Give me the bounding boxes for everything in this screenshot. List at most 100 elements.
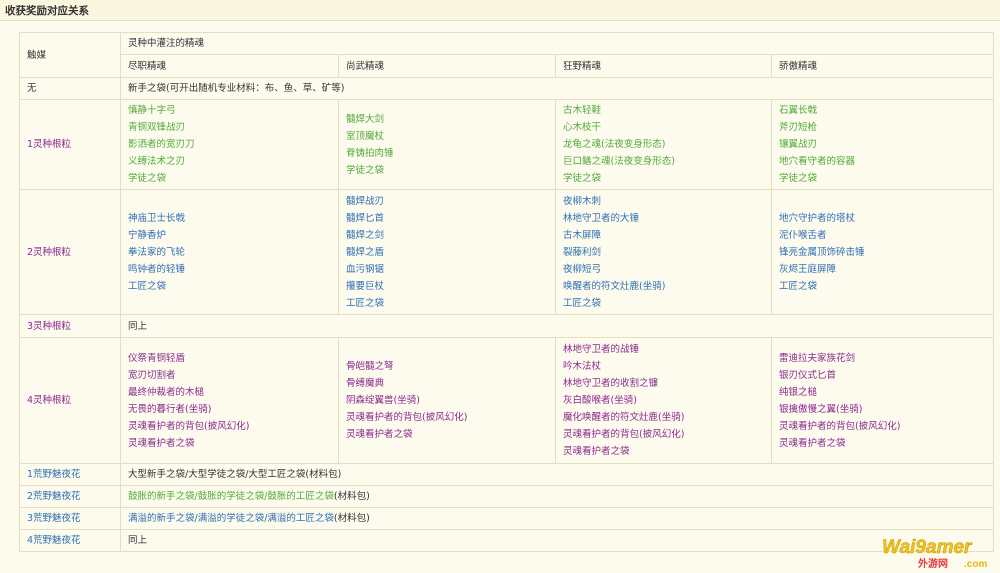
- row-label: 2荒野魅夜花: [19, 485, 121, 508]
- list-item: 髓焊匕首: [346, 212, 385, 224]
- list-item: 雷迪拉夫家族花剑: [779, 352, 856, 364]
- list-item: 裂藤利剑: [563, 246, 602, 258]
- header-row-group: 触媒 灵种中灌注的精魂: [19, 32, 995, 78]
- list-item: 纯银之槌: [779, 386, 818, 398]
- list-item: 宁静香炉: [128, 229, 167, 241]
- row-label: 4灵种根粒: [19, 337, 121, 464]
- list-item: 仪祭青铜轻盾: [128, 352, 186, 364]
- list-item: 青铜双锋战刃: [128, 122, 186, 133]
- list-item: 骨缚魔典: [346, 378, 385, 389]
- list-item: 灵魂看护者的背包(披风幻化): [128, 420, 250, 432]
- list-item: 无畏的暮行者(坐骑): [128, 403, 212, 415]
- reward-cell: 地穴守护者的塔杖 泥仆喉舌者 锋亮金属顶饰碎击锤 灰烬王庭屏障 工匠之袋: [770, 189, 995, 315]
- reward-cell: 林地守卫者的战锤 吟木法杖 林地守卫者的收割之镰 灰白酸喉者(坐骑) 魔化唤醒者…: [555, 337, 772, 464]
- list-item: 灵魂看护者之袋: [779, 437, 846, 449]
- list-item: 灵魂看护者的背包(披风幻化): [563, 429, 685, 440]
- header-catalyst: 触媒: [19, 32, 121, 78]
- list-item: 室顶魔杖: [346, 130, 385, 142]
- list-item: 灰白酸喉者(坐骑): [563, 395, 637, 406]
- list-item: 工匠之袋: [779, 280, 818, 292]
- header-col-3: 狂野精魂: [555, 54, 772, 78]
- list-item: 最终仲裁者的木槌: [128, 386, 205, 398]
- header-group: 灵种中灌注的精魂: [119, 32, 995, 55]
- list-item: 锋亮金属顶饰碎击锤: [779, 246, 865, 258]
- reward-cell: 雷迪拉夫家族花剑 银刃仪式匕首 纯银之槌 银擒傲慢之翼(坐骑) 灵魂看护者的背包…: [770, 337, 995, 464]
- list-item: 髓焊之盾: [346, 246, 385, 258]
- list-item: 吟木法杖: [563, 361, 602, 372]
- list-item: 宽刃切割者: [128, 369, 176, 381]
- row-text: 同上: [119, 529, 995, 552]
- row-4-seed: 4灵种根粒 仪祭青铜轻盾 宽刃切割者 最终仲裁者的木槌 无畏的暮行者(坐骑) 灵…: [19, 337, 995, 464]
- header-col-1: 尽职精魂: [120, 54, 339, 78]
- list-item: 髓焊战刃: [346, 195, 385, 207]
- row-text: 满溢的新手之袋/满溢的学徒之袋/满溢的工匠之袋(材料包): [119, 507, 995, 530]
- watermark-logo: Wai9amer 外游网 .com: [882, 537, 988, 570]
- reward-cell: 慎静十字弓 青铜双锋战刃 影洒者的宽刃刀 义缚法术之刃 学徒之袋: [120, 99, 339, 190]
- list-item: 灵魂看护者的背包(披风幻化): [346, 412, 468, 423]
- row-text: 同上: [119, 314, 995, 338]
- list-item: 影洒者的宽刃刀: [128, 139, 195, 150]
- list-item: 灵魂看护者之袋: [346, 429, 413, 440]
- list-item: 魔化唤醒者的符文灶鹿(坐骑): [563, 412, 685, 423]
- list-item: 龙龟之魂(法夜变身形态): [563, 139, 666, 150]
- row-text-colored: 鼓胀的新手之袋/鼓胀的学徒之袋/鼓胀的工匠之袋: [128, 491, 334, 502]
- list-item: 慎静十字弓: [128, 105, 176, 116]
- row-1-seed: 1灵种根粒 慎静十字弓 青铜双锋战刃 影洒者的宽刃刀 义缚法术之刃 学徒之袋 髓…: [19, 99, 995, 190]
- reward-cell: 神庙卫士长戟 宁静香炉 拳法家的飞轮 鸣钟者的轻锤 工匠之袋: [120, 189, 339, 315]
- list-item: 古木轻鞋: [563, 105, 602, 116]
- row-text: 新手之袋(可开出随机专业材料：布、鱼、草、矿等): [119, 77, 995, 100]
- reward-cell: 夜柳木刺 林地守卫者的大锤 古木屏障 裂藤利剑 夜柳短弓 唤醒者的符文灶鹿(坐骑…: [555, 189, 772, 315]
- list-item: 脊铸拍肉锤: [346, 147, 394, 159]
- list-item: 鸣钟者的轻锤: [128, 263, 186, 275]
- row-flower-2: 2荒野魅夜花 鼓胀的新手之袋/鼓胀的学徒之袋/鼓胀的工匠之袋(材料包): [19, 485, 995, 508]
- list-item: 斧刃短枪: [779, 122, 818, 133]
- list-item: 夜柳木刺: [563, 195, 602, 207]
- list-item: 地穴看守者的容器: [779, 156, 856, 167]
- row-text-suffix: (材料包): [333, 513, 370, 524]
- watermark-domain: .com: [964, 559, 987, 570]
- list-item: 学徒之袋: [128, 173, 167, 184]
- list-item: 银擒傲慢之翼(坐骑): [779, 403, 863, 415]
- list-item: 林地守卫者的战锤: [563, 344, 640, 355]
- list-item: 古木屏障: [563, 229, 602, 241]
- row-label: 3灵种根粒: [19, 314, 121, 338]
- header-row-cols: 尽职精魂 尚武精魂 狂野精魂 骄傲精魂: [20, 54, 995, 78]
- list-item: 骨皑髓之弩: [346, 361, 394, 372]
- list-item: 心木枝干: [563, 122, 602, 133]
- list-item: 攥要巨杖: [346, 280, 385, 292]
- list-item: 神庙卫士长戟: [128, 212, 186, 224]
- reward-cell: 髓焊战刃 髓焊匕首 髓焊之剑 髓焊之盾 血污钢锯 攥要巨杖 工匠之袋: [338, 189, 556, 315]
- list-item: 灰烬王庭屏障: [779, 263, 837, 275]
- reward-cell: 石翼长戟 斧刃短枪 镶翼战刃 地穴看守者的容器 学徒之袋: [770, 99, 995, 190]
- title-bar: 收获奖励对应关系: [0, 0, 1000, 21]
- list-item: 阴森绽翼兽(坐骑): [346, 395, 420, 406]
- list-item: 髓焊之剑: [346, 229, 385, 241]
- reward-cell: 仪祭青铜轻盾 宽刃切割者 最终仲裁者的木槌 无畏的暮行者(坐骑) 灵魂看护者的背…: [120, 337, 339, 464]
- list-item: 灵魂看护者之袋: [563, 446, 630, 457]
- list-item: 学徒之袋: [779, 173, 818, 184]
- row-flower-3: 3荒野魅夜花 满溢的新手之袋/满溢的学徒之袋/满溢的工匠之袋(材料包): [19, 507, 995, 530]
- list-item: 学徒之袋: [346, 164, 385, 176]
- list-item: 拳法家的飞轮: [128, 246, 186, 258]
- list-item: 工匠之袋: [346, 297, 385, 309]
- row-2-seed: 2灵种根粒 神庙卫士长戟 宁静香炉 拳法家的飞轮 鸣钟者的轻锤 工匠之袋 髓焊战…: [19, 189, 995, 315]
- header-col-2: 尚武精魂: [338, 54, 556, 78]
- row-flower-4: 4荒野魅夜花 同上: [19, 529, 995, 552]
- row-3-seed: 3灵种根粒 同上: [19, 314, 995, 338]
- list-item: 灵魂看护者之袋: [128, 437, 195, 449]
- list-item: 石翼长戟: [779, 105, 818, 116]
- header-col-4: 骄傲精魂: [770, 54, 995, 78]
- list-item: 学徒之袋: [563, 173, 602, 184]
- list-item: 工匠之袋: [128, 280, 167, 292]
- row-label: 3荒野魅夜花: [19, 507, 121, 530]
- watermark-text: Wai9amer: [882, 537, 973, 558]
- row-label: 1荒野魅夜花: [19, 463, 121, 486]
- list-item: 林地守卫者的收割之镰: [563, 378, 659, 389]
- row-label: 1灵种根粒: [19, 99, 121, 190]
- row-label: 2灵种根粒: [19, 189, 121, 315]
- list-item: 血污钢锯: [346, 263, 385, 275]
- list-item: 工匠之袋: [563, 297, 602, 309]
- row-text-colored: 满溢的新手之袋/满溢的学徒之袋/满溢的工匠之袋: [128, 513, 334, 524]
- row-text-suffix: (材料包): [333, 491, 370, 502]
- row-text: 鼓胀的新手之袋/鼓胀的学徒之袋/鼓胀的工匠之袋(材料包): [119, 485, 995, 508]
